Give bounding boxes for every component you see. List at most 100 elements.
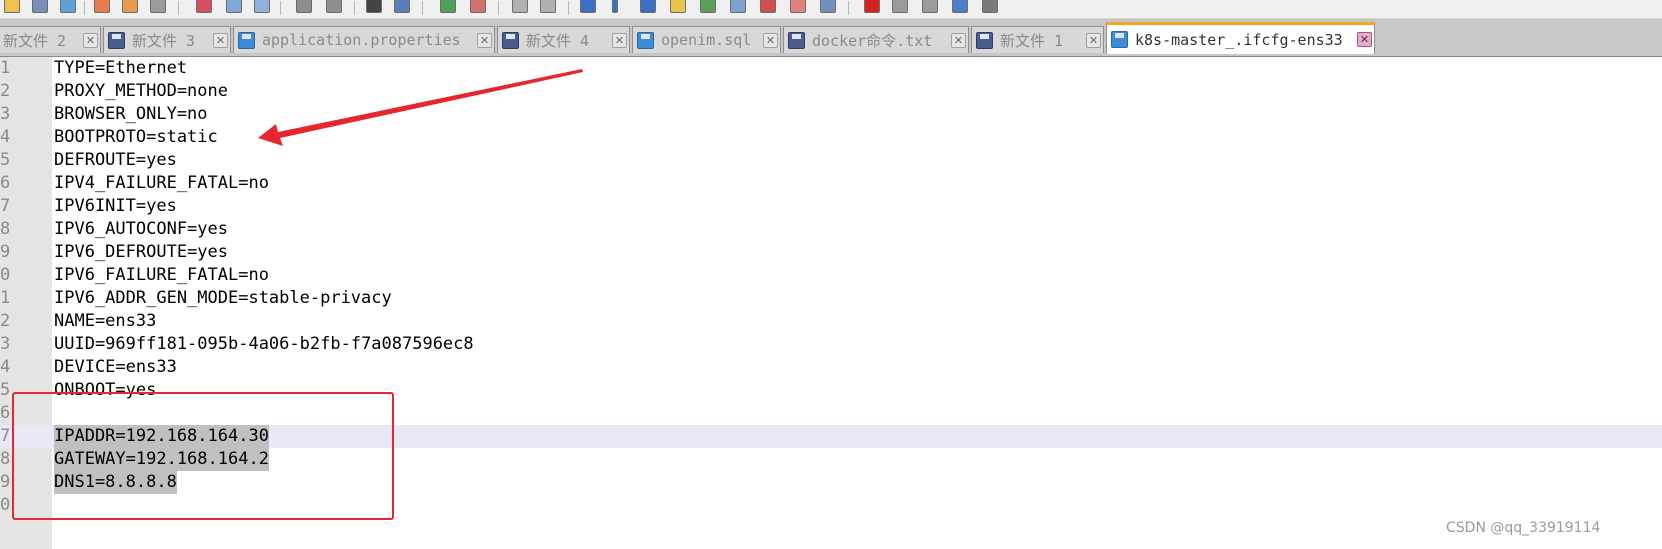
annotation-highlight-box <box>12 392 394 520</box>
sync-horizontal-icon[interactable] <box>540 0 556 13</box>
toolbar-separator <box>354 1 355 15</box>
save-icon[interactable] <box>32 0 48 13</box>
line-number: 4 <box>0 357 11 377</box>
line-number: 6 <box>0 173 11 193</box>
line-number: 7 <box>0 196 11 216</box>
stop-macro-icon[interactable] <box>892 0 908 13</box>
monitoring-icon[interactable] <box>790 0 806 13</box>
line-text: TYPE=Ethernet <box>54 58 188 78</box>
cut-icon[interactable] <box>196 0 212 13</box>
language-icon[interactable] <box>670 0 686 13</box>
tab-label: openim.sql <box>661 31 752 49</box>
record-macro-icon[interactable] <box>864 0 880 13</box>
annotation-arrow <box>258 69 583 146</box>
line-number: 3 <box>0 334 11 354</box>
tab-label: 新文件 4 <box>526 31 590 50</box>
tab-openim-sql[interactable]: openim.sql ✕ <box>632 26 781 53</box>
close-icon[interactable]: ✕ <box>213 32 228 48</box>
line-text: UUID=969ff181-095b-4a06-b2fb-f7a087596ec… <box>54 334 474 354</box>
toolbar <box>0 0 1662 19</box>
line-number: 1 <box>0 288 11 308</box>
close-icon[interactable]: ✕ <box>477 32 492 48</box>
line-number: 2 <box>0 311 11 331</box>
tab-label: k8s-master_.ifcfg-ens33 <box>1135 30 1343 49</box>
toolbar-separator <box>422 1 423 15</box>
watermark: CSDN @qq_33919114 <box>1446 520 1601 536</box>
line-number: 5 <box>0 150 11 170</box>
undo-icon[interactable] <box>296 0 312 13</box>
editor-line[interactable]: 0 IPV6_FAILURE_FATAL=no <box>0 264 1662 287</box>
close-icon[interactable]: ✕ <box>951 32 966 48</box>
editor-line[interactable]: 7 IPV6INIT=yes <box>0 195 1662 218</box>
tab-label: 新文件 1 <box>1000 31 1064 50</box>
editor-line[interactable]: 9 IPV6_DEFROUTE=yes <box>0 241 1662 264</box>
find-icon[interactable] <box>366 0 382 13</box>
folder-workspace-icon[interactable] <box>760 0 776 13</box>
zoom-in-icon[interactable] <box>440 0 456 13</box>
disk-icon <box>1111 31 1128 48</box>
tab-new-file-4[interactable]: 新文件 4 ✕ <box>497 26 630 53</box>
save-all-icon[interactable] <box>60 0 76 13</box>
line-text: NAME=ens33 <box>54 311 157 331</box>
line-text: IPV4_FAILURE_FATAL=no <box>54 173 269 193</box>
disk-icon <box>238 31 255 49</box>
tab-bar: 新文件 2 ✕ 新文件 3 ✕ application.properties ✕… <box>0 19 1662 57</box>
editor-line[interactable]: 3 UUID=969ff181-095b-4a06-b2fb-f7a087596e… <box>0 333 1662 356</box>
redo-icon[interactable] <box>326 0 342 13</box>
print-icon[interactable] <box>150 0 166 13</box>
toolbar-separator <box>568 1 569 15</box>
editor-line[interactable]: 8 IPV6_AUTOCONF=yes <box>0 218 1662 241</box>
disk-icon <box>502 31 519 49</box>
play-macro-icon[interactable] <box>922 0 938 13</box>
indent-guide-icon[interactable] <box>640 0 656 13</box>
editor-line[interactable]: 6 IPV4_FAILURE_FATAL=no <box>0 172 1662 195</box>
line-text: DEVICE=ens33 <box>54 357 177 377</box>
tab-new-file-2[interactable]: 新文件 2 ✕ <box>0 26 101 53</box>
close-icon[interactable]: ✕ <box>763 32 778 48</box>
disk-icon <box>108 31 125 49</box>
run-macro-multiple-icon[interactable] <box>952 0 968 13</box>
toolbar-separator <box>498 1 499 15</box>
line-text: IPV6_AUTOCONF=yes <box>54 219 228 239</box>
word-wrap-icon[interactable] <box>580 0 596 13</box>
tab-new-file-1[interactable]: 新文件 1 ✕ <box>971 26 1104 53</box>
tab-docker-commands-txt[interactable]: docker命令.txt ✕ <box>783 26 969 53</box>
doc-map-icon[interactable] <box>700 0 716 13</box>
editor-line[interactable]: 2 NAME=ens33 <box>0 310 1662 333</box>
open-file-icon[interactable] <box>4 0 20 13</box>
line-text: PROXY_METHOD=none <box>54 81 228 101</box>
close-icon[interactable]: ✕ <box>1357 32 1372 47</box>
line-text: DEFROUTE=yes <box>54 150 177 170</box>
function-list-icon[interactable] <box>730 0 746 13</box>
show-all-chars-icon[interactable] <box>612 0 618 13</box>
close-icon[interactable]: ✕ <box>1086 32 1101 48</box>
replace-icon[interactable] <box>394 0 410 13</box>
line-text: IPV6INIT=yes <box>54 196 177 216</box>
save-macro-icon[interactable] <box>982 0 998 13</box>
line-text: IPV6_ADDR_GEN_MODE=stable-privacy <box>54 288 392 308</box>
tab-label: application.properties <box>262 31 461 49</box>
tab-k8s-master-ifcfg-ens33[interactable]: k8s-master_.ifcfg-ens33 ✕ <box>1106 22 1375 54</box>
line-text: BROWSER_ONLY=no <box>54 104 208 124</box>
close-all-icon[interactable] <box>122 0 138 13</box>
tab-application-properties[interactable]: application.properties ✕ <box>233 26 495 53</box>
settings-icon[interactable] <box>820 0 836 13</box>
close-icon[interactable]: ✕ <box>612 32 627 48</box>
line-number: 8 <box>0 219 11 239</box>
line-number: 2 <box>0 81 11 101</box>
editor-line[interactable]: 1 IPV6_ADDR_GEN_MODE=stable-privacy <box>0 287 1662 310</box>
close-file-icon[interactable] <box>94 0 110 13</box>
copy-icon[interactable] <box>226 0 242 13</box>
zoom-out-icon[interactable] <box>470 0 486 13</box>
line-text: BOOTPROTO=static <box>54 127 218 147</box>
tab-label: 新文件 3 <box>132 31 196 50</box>
toolbar-separator <box>280 1 281 15</box>
editor-line[interactable]: 4 DEVICE=ens33 <box>0 356 1662 379</box>
paste-icon[interactable] <box>254 0 270 13</box>
tab-new-file-3[interactable]: 新文件 3 ✕ <box>103 26 231 53</box>
arrow-shape <box>258 69 583 146</box>
line-number: 9 <box>0 242 11 262</box>
line-number: 3 <box>0 104 11 124</box>
sync-vertical-icon[interactable] <box>512 0 528 13</box>
close-icon[interactable]: ✕ <box>83 32 98 48</box>
